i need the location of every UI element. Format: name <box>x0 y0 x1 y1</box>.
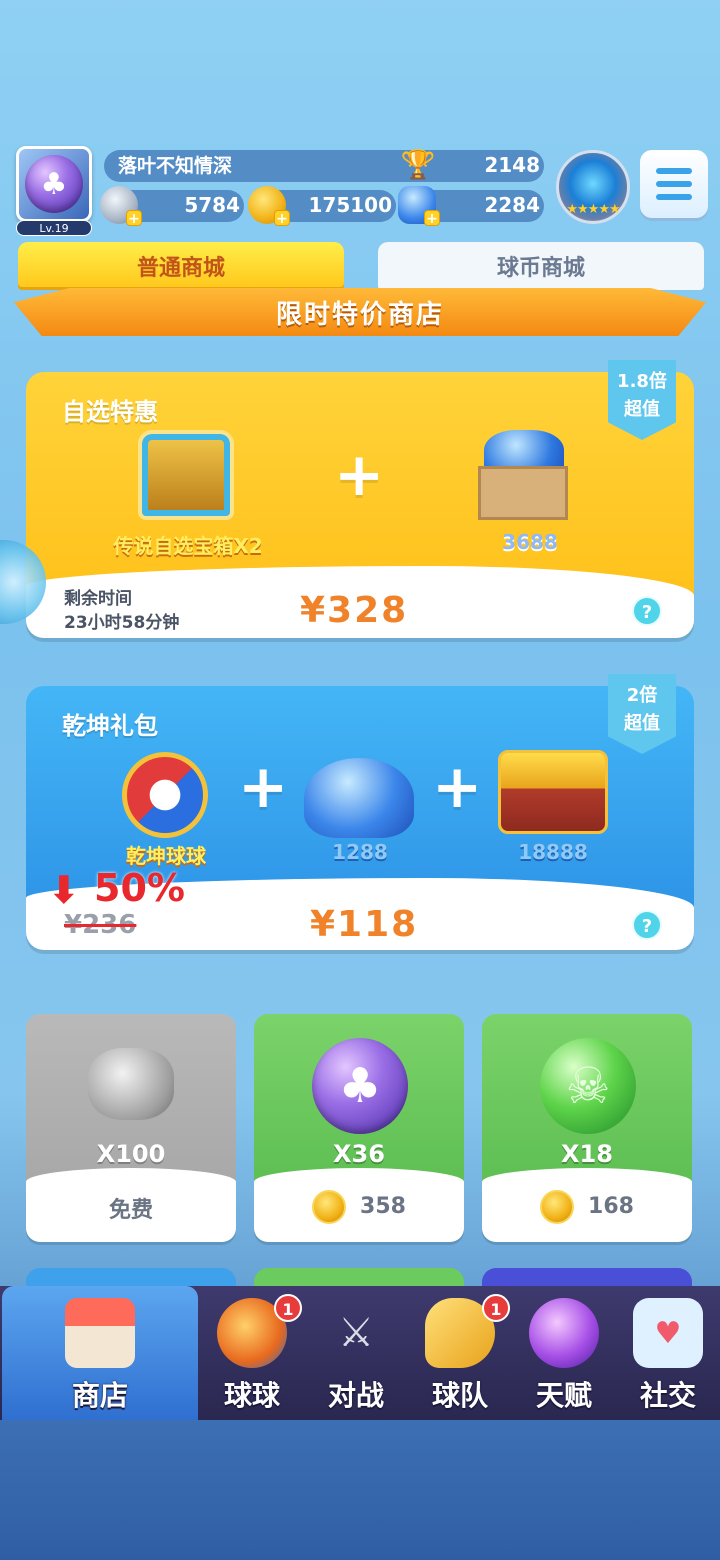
plus-icon: + <box>334 440 385 510</box>
clover-ball-icon: ♣ <box>312 1038 408 1134</box>
gem-crate-label: 3688 <box>502 530 558 554</box>
item-qty: X100 <box>96 1140 166 1168</box>
nav-battle[interactable]: ⚔ 对战 <box>304 1286 408 1420</box>
gold-chest-label: 18888 <box>518 840 588 864</box>
rank-stars-icon: ★★★★★ <box>566 202 620 217</box>
plus-icon: + <box>432 752 483 822</box>
tab-normal-shop[interactable]: 普通商城 <box>18 242 344 290</box>
gold-coin-icon <box>312 1190 347 1224</box>
offer-select-price[interactable]: ¥328 <box>300 590 408 631</box>
offer-qiankun-title: 乾坤礼包 <box>62 712 158 740</box>
gem-pile-icon <box>304 758 414 838</box>
nav-label: 天赋 <box>535 1379 592 1412</box>
nav-label: 社交 <box>639 1379 696 1412</box>
offer-select-title: 自选特惠 <box>62 398 158 426</box>
cost-value: 168 <box>588 1194 634 1219</box>
nav-label: 球球 <box>223 1379 280 1412</box>
clover-ball-icon: ♣ <box>25 155 83 213</box>
player-level: Lv.19 <box>16 220 92 236</box>
menu-icon <box>656 168 692 174</box>
discount-percent: 50% <box>94 866 185 910</box>
gold-coin-count: 175100 <box>308 193 393 217</box>
legend-chest-icon <box>138 430 234 520</box>
bottom-background <box>0 1420 720 1560</box>
help-button[interactable]: ? <box>632 596 662 626</box>
item-qty: X18 <box>561 1140 613 1168</box>
plus-icon: + <box>238 752 289 822</box>
offer-qiankun-price[interactable]: ¥118 <box>310 904 418 945</box>
nav-label: 球队 <box>431 1379 488 1412</box>
add-gem-icon[interactable]: + <box>424 210 440 227</box>
add-silver-icon[interactable]: + <box>126 210 142 227</box>
gem-count: 2284 <box>484 193 540 217</box>
bonus-label: 超值 <box>624 713 660 734</box>
help-button[interactable]: ? <box>632 910 662 940</box>
notification-badge: 1 <box>274 1294 302 1322</box>
nav-label: 商店 <box>71 1379 128 1412</box>
item-qty: X36 <box>333 1140 385 1168</box>
shop-item-poison-ball[interactable]: ☠ X18 168 <box>482 1014 692 1242</box>
chest-label: 传说自选宝箱X2 <box>113 534 263 558</box>
trophy-icon: 🏆 <box>400 148 436 181</box>
cost-value: 358 <box>360 1194 406 1219</box>
trophy-count: 2148 <box>484 153 540 177</box>
nav-talent[interactable]: 天赋 <box>512 1286 616 1420</box>
bonus-multiplier: 1.8倍 <box>617 371 667 392</box>
gold-coin-icon <box>540 1190 575 1224</box>
silver-coin-icon[interactable]: + <box>100 186 142 227</box>
gem-pile-label: 1288 <box>332 840 388 864</box>
player-avatar[interactable]: ♣ <box>16 146 92 222</box>
bonus-multiplier: 2倍 <box>626 685 658 706</box>
item-cost: 358 <box>254 1190 464 1224</box>
nav-team[interactable]: 球队 1 <box>408 1286 512 1420</box>
gem-icon[interactable]: + <box>398 186 440 227</box>
menu-button[interactable] <box>640 150 708 218</box>
item-cost: 免费 <box>108 1198 153 1223</box>
remaining-time-value: 23小时58分钟 <box>64 613 180 633</box>
bonus-label: 超值 <box>624 399 660 420</box>
shop-item-silver-coins[interactable]: X100 免费 <box>26 1014 236 1242</box>
shop-item-clover-ball[interactable]: ♣ X36 358 <box>254 1014 464 1242</box>
planet-icon <box>529 1298 599 1368</box>
old-price: ¥236 <box>64 910 137 940</box>
discount-arrow-icon: ⬇ <box>48 868 80 912</box>
player-name: 落叶不知情深 <box>118 155 233 177</box>
silver-coin-stack-icon <box>88 1048 174 1120</box>
gem-crate-icon <box>468 426 578 520</box>
skull-ball-icon: ☠ <box>540 1038 636 1134</box>
remaining-time-label: 剩余时间 <box>64 589 132 609</box>
nav-label: 对战 <box>327 1379 384 1412</box>
gold-coin-icon[interactable]: + <box>248 186 290 227</box>
crossed-swords-icon: ⚔ <box>338 1310 374 1356</box>
gold-chest-icon <box>498 750 608 834</box>
nav-social[interactable]: ♥ 社交 <box>616 1286 720 1420</box>
add-gold-icon[interactable]: + <box>274 210 290 227</box>
chat-heart-icon: ♥ <box>633 1298 703 1368</box>
nav-shop[interactable]: 商店 <box>2 1286 198 1420</box>
item-cost: 168 <box>482 1190 692 1224</box>
shop-icon <box>65 1298 135 1368</box>
qiankun-ball-label: 乾坤球球 <box>126 844 206 868</box>
nav-balls[interactable]: 球球 1 <box>200 1286 304 1420</box>
qiankun-ball-icon <box>122 752 208 838</box>
tab-ball-coin-shop[interactable]: 球币商城 <box>378 242 704 290</box>
limited-offer-banner: 限时特价商店 <box>14 288 706 336</box>
silver-coin-count: 5784 <box>184 193 240 217</box>
notification-badge: 1 <box>482 1294 510 1322</box>
